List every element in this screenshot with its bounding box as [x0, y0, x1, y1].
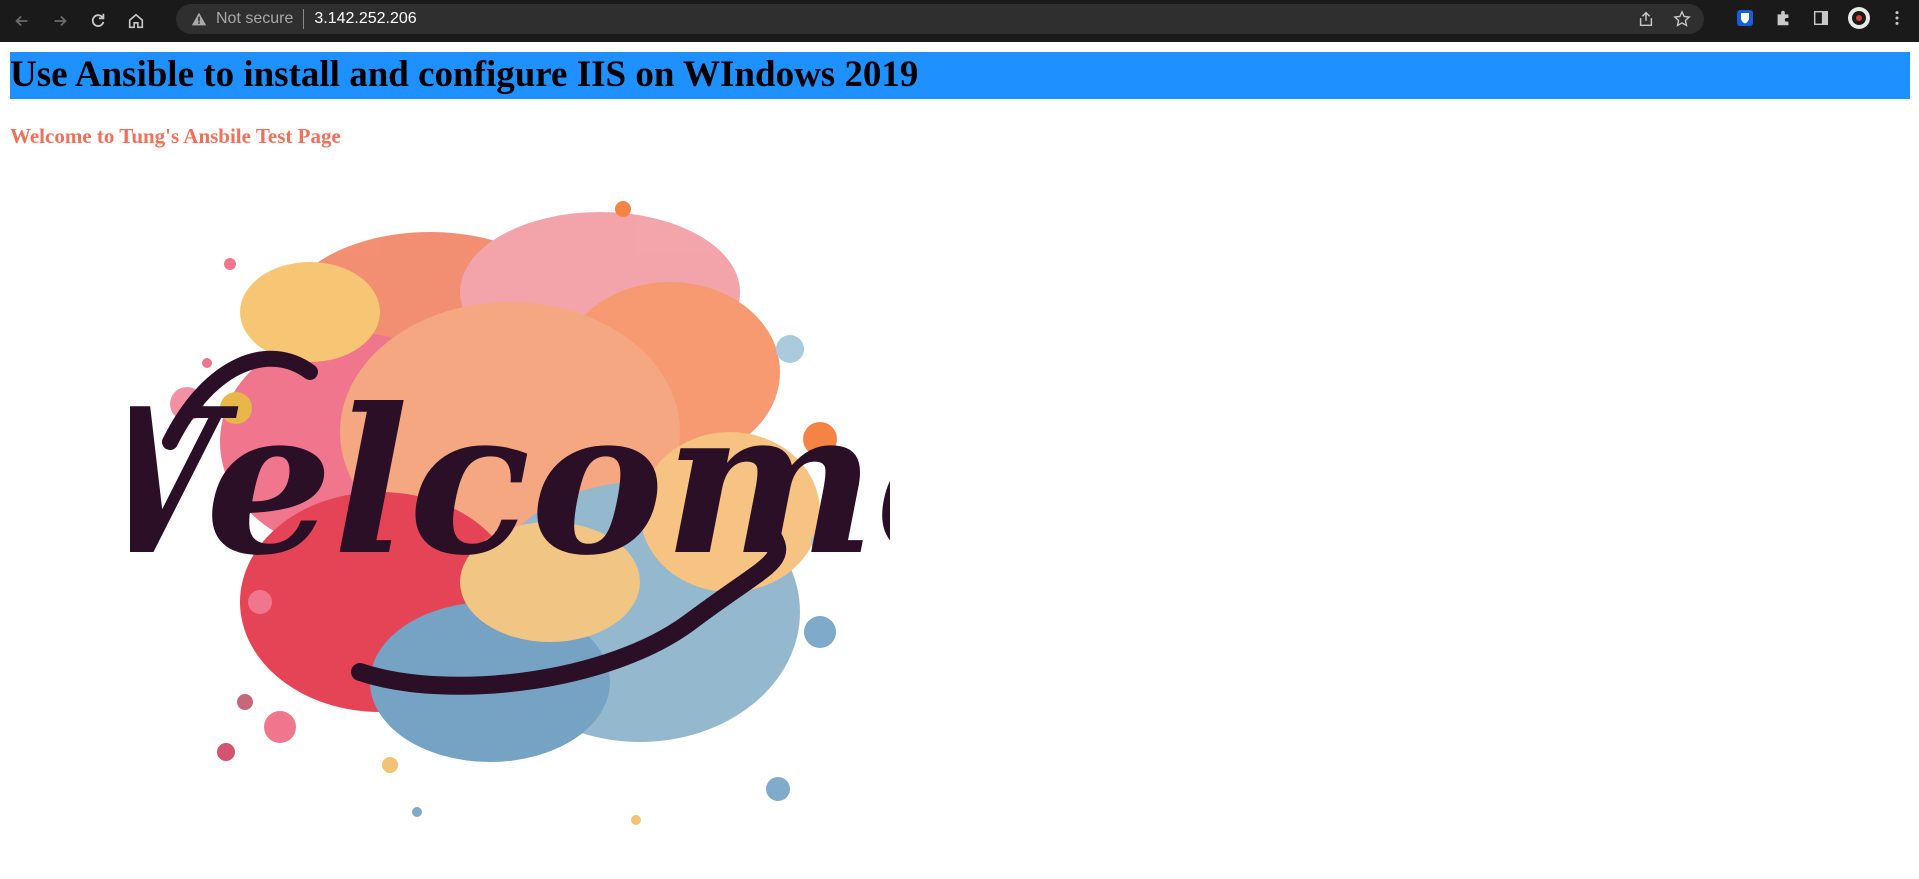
more-menu-icon[interactable] — [1885, 6, 1909, 30]
security-status[interactable]: Not secure — [216, 10, 293, 28]
profile-avatar-icon[interactable] — [1847, 6, 1871, 30]
forward-button[interactable] — [44, 5, 76, 37]
share-icon[interactable] — [1636, 9, 1656, 29]
warning-icon[interactable] — [190, 10, 208, 28]
home-button[interactable] — [120, 5, 152, 37]
address-bar[interactable]: Not secure 3.142.252.206 — [176, 4, 1704, 34]
back-button[interactable] — [6, 5, 38, 37]
welcome-image: Welcome — [130, 201, 890, 825]
reload-button[interactable] — [82, 5, 114, 37]
browser-toolbar: Not secure 3.142.252.206 — [0, 0, 1919, 42]
star-icon[interactable] — [1672, 9, 1692, 29]
page-content: Use Ansible to install and configure IIS… — [0, 42, 1919, 879]
reload-icon — [91, 13, 105, 27]
heading-banner: Use Ansible to install and configure IIS… — [10, 52, 1910, 99]
page-subtitle: Welcome to Tung's Ansbile Test Page — [10, 124, 341, 148]
url-text[interactable]: 3.142.252.206 — [314, 10, 416, 28]
side-panel-icon[interactable] — [1809, 6, 1833, 30]
arrow-right-icon — [54, 15, 67, 27]
divider — [303, 9, 305, 29]
page-title: Use Ansible to install and configure IIS… — [10, 54, 919, 95]
bitwarden-shield-icon[interactable] — [1733, 6, 1757, 30]
arrow-left-icon — [15, 15, 28, 27]
home-icon — [128, 13, 144, 29]
extensions-puzzle-icon[interactable] — [1771, 6, 1795, 30]
